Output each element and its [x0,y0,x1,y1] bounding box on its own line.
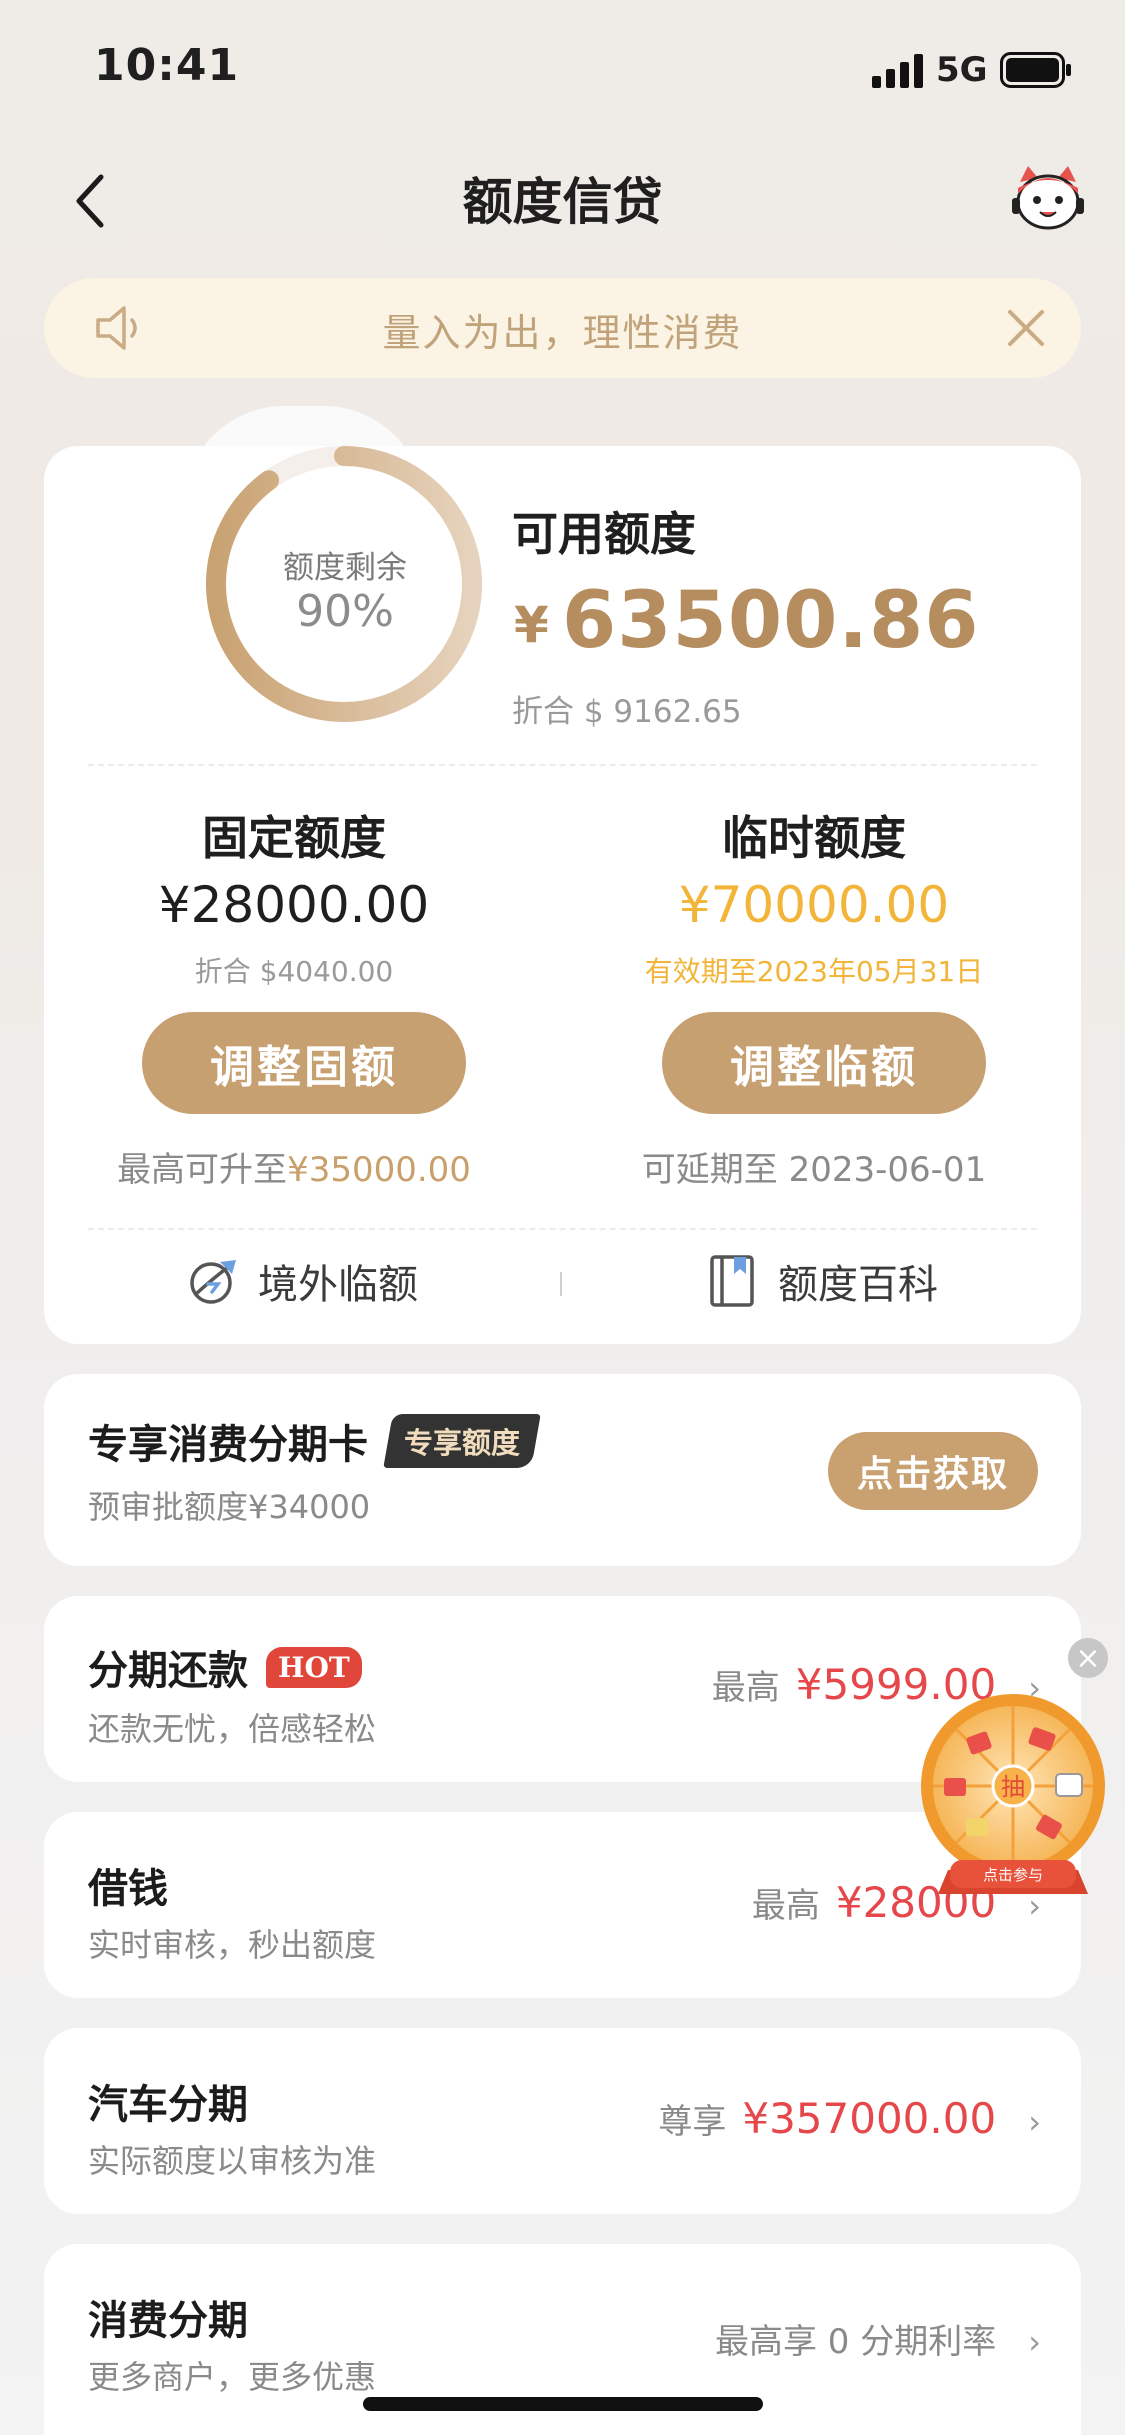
amount-prefix: 最高 [751,1886,820,1926]
mascot-avatar-icon[interactable] [1010,164,1086,234]
available-converted: 折合 $ 9162.65 [512,694,742,730]
notice-banner: 量入为出，理性消费 [44,278,1081,378]
floating-close-button[interactable]: × [1068,1638,1108,1678]
fixed-limit-foot: 最高可升至¥35000.00 [84,1142,504,1191]
get-now-button[interactable]: 点击获取 [828,1432,1038,1510]
divider [88,1228,1037,1230]
amount-prefix: 尊享 [658,2102,727,2142]
divider [88,764,1037,766]
promo-title-row: 专享消费分期卡 专享额度 [88,1412,541,1470]
product-subtitle: 实时审核，秒出额度 [88,1926,377,1964]
fixed-limit-amount: ¥28000.00 [158,876,430,934]
product-amount-row: 最高享 0 分期利率 › [715,2314,1041,2363]
temp-limit-amount: ¥70000.00 [678,876,950,934]
link-divider [560,1272,562,1296]
product-subtitle: 更多商户，更多优惠 [88,2358,377,2396]
overseas-temp-limit-link[interactable]: 境外临额 [186,1246,418,1316]
battery-icon [1000,52,1071,88]
wheel-ribbon-text: 点击参与 [983,1866,1043,1884]
available-label: 可用额度 [512,507,696,561]
amount-value: ¥357000.00 [742,2094,997,2143]
temp-limit-foot: 可延期至 2023-06-01 [641,1150,987,1190]
product-card-car-installment[interactable]: 汽车分期 实际额度以审核为准 尊享 ¥357000.00 › [44,2028,1081,2214]
product-subtitle: 实际额度以审核为准 [88,2142,377,2180]
credit-wiki-link[interactable]: 额度百科 [708,1246,938,1316]
product-title: 借钱 [88,1866,168,1912]
globe-plane-icon [190,1260,236,1304]
amount-prefix: 最高 [711,1668,780,1708]
page-title: 额度信贷 [462,173,663,231]
promo-title: 专享消费分期卡 [88,1422,368,1468]
promo-installment-card[interactable]: 专享消费分期卡 专享额度 预审批额度¥34000 点击获取 [44,1374,1081,1566]
ring-label: 额度剩余 [283,550,407,586]
wheel-center-text: 抽 [1001,1773,1025,1801]
temp-limit-validity: 有效期至2023年05月31日 [644,955,984,988]
adjust-fixed-button[interactable]: 调整固额 [142,1012,466,1114]
available-currency: ¥ [514,596,549,654]
adjust-temp-button[interactable]: 调整临额 [662,1012,986,1114]
ring-value: 90% [296,586,394,637]
amount-prefix: 最高享 0 分期利率 [714,2322,997,2362]
book-icon [710,1255,754,1307]
hot-badge: HOT [266,1646,362,1688]
fixed-foot-value: ¥35000.00 [287,1150,471,1190]
product-title-row: 分期还款 HOT [88,1638,362,1696]
product-amount-row: 尊享 ¥357000.00 › [658,2094,1041,2143]
lottery-wheel-widget[interactable]: 抽 点击参与 [918,1638,1108,1898]
chevron-right-icon: › [1028,2103,1041,2141]
product-title: 汽车分期 [88,2082,248,2128]
overseas-label: 境外临额 [258,1262,418,1308]
available-amount: 63500.86 [562,576,980,666]
credit-summary-card: 额度剩余 90% 可用额度 ¥ 63500.86 折合 $ 9162.65 固定… [44,446,1081,1344]
temp-limit-title: 临时额度 [722,811,906,865]
status-time: 10:41 [94,40,240,91]
chevron-right-icon: › [1028,2323,1041,2361]
fixed-limit-title: 固定额度 [202,811,386,865]
fixed-limit-converted: 折合 $4040.00 [194,955,394,988]
product-title: 消费分期 [88,2298,248,2344]
notice-text: 量入为出，理性消费 [382,311,743,355]
signal-icon [872,54,923,88]
home-indicator [363,2397,763,2411]
close-icon[interactable] [1004,306,1048,350]
fixed-foot-prefix: 最高可升至 [117,1150,288,1190]
promo-subtitle: 预审批额度¥34000 [88,1488,371,1526]
exclusive-badge: 专享额度 [383,1414,541,1468]
wiki-label: 额度百科 [778,1262,938,1308]
product-title: 分期还款 [88,1648,248,1694]
product-subtitle: 还款无忧，倍感轻松 [88,1710,377,1748]
network-label: 5G [936,50,988,90]
